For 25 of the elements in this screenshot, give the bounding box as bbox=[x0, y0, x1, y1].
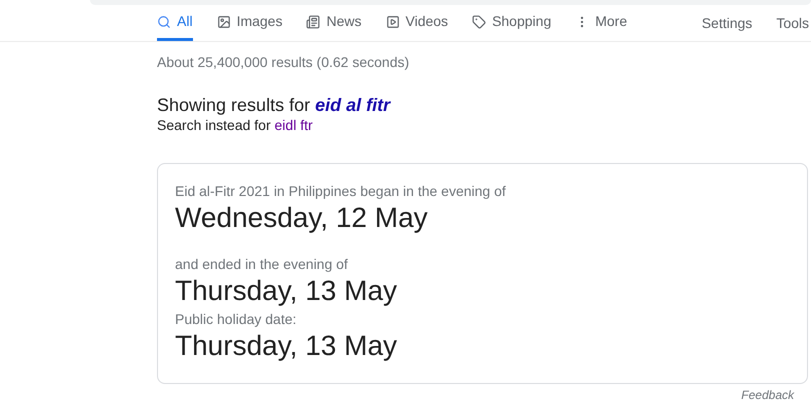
search-tab[interactable]: All bbox=[157, 5, 193, 41]
search-tab[interactable]: More bbox=[575, 5, 628, 41]
image-icon bbox=[216, 14, 231, 28]
search-tab[interactable]: Images bbox=[216, 5, 282, 41]
corrected-query-link[interactable]: eid al fitr bbox=[315, 95, 390, 115]
play-icon bbox=[386, 14, 400, 28]
result-stats: About 25,400,000 results (0.62 seconds) bbox=[157, 53, 410, 72]
date-heading: Wednesday, 12 May bbox=[175, 201, 429, 235]
tools-link[interactable]: Tools bbox=[776, 5, 809, 41]
tools-link[interactable]: Settings bbox=[702, 5, 752, 41]
newspaper-icon bbox=[306, 14, 320, 28]
date-heading: Thursday, 13 May bbox=[175, 329, 398, 363]
date-caption: Eid al-Fitr 2021 in Philippines began in the evening of bbox=[175, 182, 507, 200]
date-caption: Public holiday date: bbox=[175, 310, 298, 328]
search-tab[interactable]: Shopping bbox=[472, 5, 552, 41]
search-icon bbox=[157, 14, 171, 28]
showing-results-label: Showing results for bbox=[157, 95, 310, 115]
tag-icon bbox=[472, 14, 486, 28]
feedback-link[interactable]: Feedback bbox=[741, 386, 794, 404]
date-caption: and ended in the evening of bbox=[175, 255, 349, 273]
original-query-link[interactable]: eidl ftr bbox=[274, 117, 313, 133]
search-tab[interactable]: News bbox=[306, 5, 362, 41]
search-instead-label: Search instead for bbox=[157, 117, 271, 133]
date-heading: Thursday, 13 May bbox=[175, 274, 398, 308]
search-tab[interactable]: Videos bbox=[386, 5, 448, 41]
